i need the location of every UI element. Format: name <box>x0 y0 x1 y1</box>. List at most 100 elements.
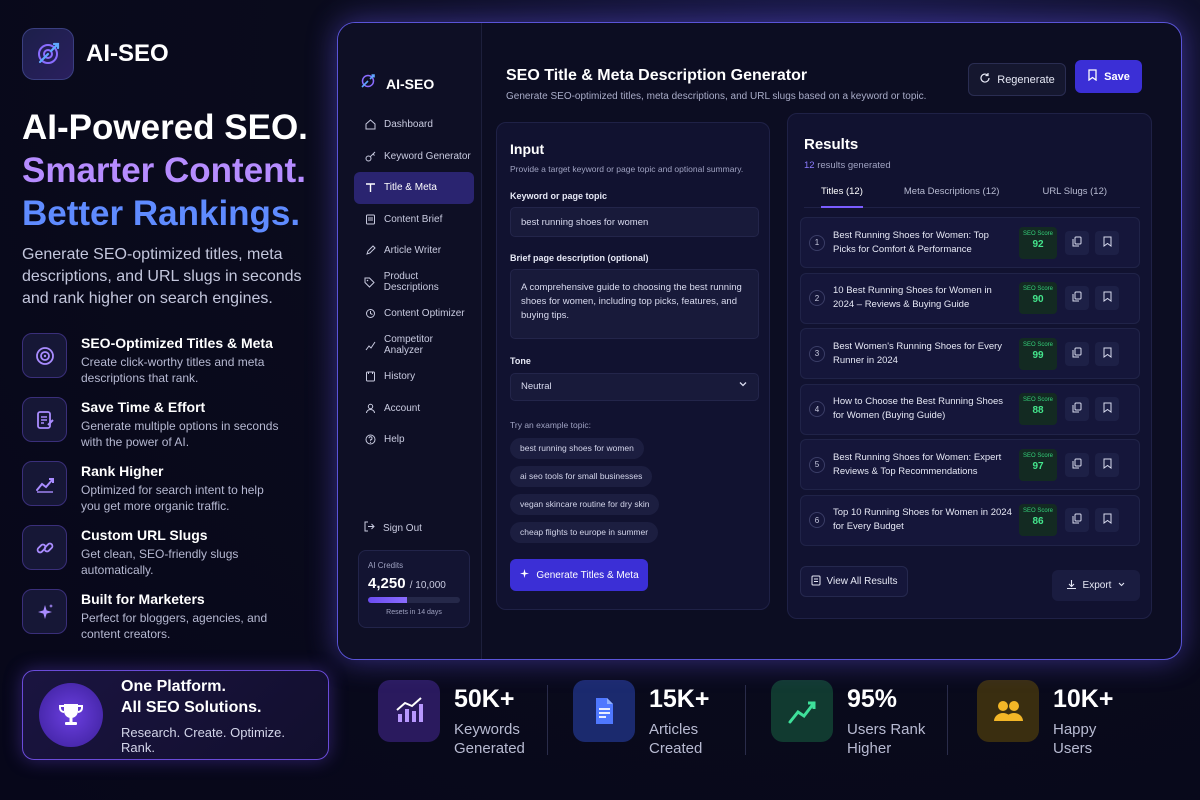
target-icon <box>22 333 67 378</box>
bookmark-icon <box>1103 345 1112 363</box>
results-tabs: Titles (12) Meta Descriptions (12) URL S… <box>804 184 1140 208</box>
sidebar-item-history[interactable]: History <box>354 361 474 393</box>
result-number: 2 <box>809 290 825 306</box>
credits-used: 4,250 <box>368 575 406 592</box>
result-row[interactable]: 3 Best Women's Running Shoes for Every R… <box>800 328 1140 379</box>
sign-out-label: Sign Out <box>383 522 422 534</box>
sidebar-item-content-brief[interactable]: Content Brief <box>354 204 474 236</box>
bookmark-button[interactable] <box>1095 341 1119 366</box>
copy-icon <box>1072 289 1082 307</box>
brand-name: AI-SEO <box>86 40 169 67</box>
example-chip[interactable]: vegan skincare routine for dry skin <box>510 494 660 515</box>
view-all-results-button[interactable]: View All Results <box>800 566 908 597</box>
bookmark-button[interactable] <box>1095 452 1119 477</box>
copy-button[interactable] <box>1065 397 1089 421</box>
sidebar-item-content-optimizer[interactable]: Content Optimizer <box>354 298 474 330</box>
example-chip[interactable]: ai seo tools for small businesses <box>510 466 653 487</box>
sidebar-item-title-meta[interactable]: Title & Meta <box>354 172 474 204</box>
brand-logo-icon <box>358 71 378 96</box>
result-title: 10 Best Running Shoes for Women in 2024 … <box>833 285 992 310</box>
copy-button[interactable] <box>1065 341 1089 366</box>
keyword-input[interactable]: best running shoes for women <box>510 207 759 237</box>
sidebar-item-article-writer[interactable]: Article Writer <box>354 235 474 267</box>
seo-score-badge: SEO Score 90 <box>1019 282 1057 314</box>
sidebar-item-keyword-generator[interactable]: Keyword Generator <box>354 141 474 173</box>
result-number: 1 <box>809 234 825 251</box>
page-title: SEO Title & Meta Description Generator <box>506 67 808 84</box>
copy-button[interactable] <box>1065 230 1089 255</box>
results-count-suffix: results generated <box>817 160 891 171</box>
bookmark-icon <box>1087 69 1098 84</box>
view-all-label: View All Results <box>826 576 898 587</box>
headline-line-3: Better Rankings. <box>22 194 301 233</box>
sidebar-item-dashboard[interactable]: Dashboard <box>354 109 474 141</box>
sparkles-icon <box>22 589 67 634</box>
bookmark-icon <box>1103 234 1112 252</box>
bookmark-button[interactable] <box>1095 508 1119 532</box>
sign-out-button[interactable]: Sign Out <box>364 521 422 535</box>
generate-button[interactable]: Generate Titles & Meta <box>510 559 648 591</box>
seo-score-label: SEO Score <box>1022 397 1053 403</box>
feature-list: SEO-Optimized Titles & Meta Create click-… <box>22 333 322 653</box>
copy-button[interactable] <box>1065 452 1089 477</box>
headline-line-2: Smarter Content. <box>22 151 306 190</box>
result-row[interactable]: 4 How to Choose the Best Running Shoes f… <box>800 383 1140 435</box>
sidebar-item-label: Content Optimizer <box>384 308 465 320</box>
feature-desc: Generate multiple options in seconds wit… <box>81 419 279 449</box>
result-row[interactable]: 6 Top 10 Running Shoes for Women in 2024… <box>800 494 1140 546</box>
platform-title-1: One Platform. <box>121 677 226 695</box>
credits-progress-fill <box>368 597 408 603</box>
input-heading: Input <box>510 141 545 157</box>
feature-item: SEO-Optimized Titles & Meta Create click-… <box>22 333 322 397</box>
platform-title-2: All SEO Solutions. <box>121 698 262 716</box>
result-title: Top 10 Running Shoes for Women in 2024 f… <box>833 507 1012 532</box>
bookmark-button[interactable] <box>1095 230 1119 255</box>
regenerate-button[interactable]: Regenerate <box>968 63 1066 96</box>
seo-score-value: 97 <box>1032 460 1044 472</box>
credits-reset: Resets in 14 days <box>386 609 442 616</box>
sidebar-item-help[interactable]: Help <box>354 424 474 456</box>
results-list: 1 Best Running Shoes for Women: Top Pick… <box>800 217 1140 550</box>
users-icon <box>977 680 1039 742</box>
result-title: Best Running Shoes for Women: Expert Rev… <box>833 451 1002 477</box>
stat-value: 95% <box>847 685 898 713</box>
tab-meta-descriptions[interactable]: Meta Descriptions (12) <box>904 184 1000 208</box>
sidebar-item-product-descriptions[interactable]: Product Descriptions <box>354 267 474 299</box>
bookmark-icon <box>1103 511 1112 529</box>
tab-url-slugs[interactable]: URL Slugs (12) <box>1042 184 1107 208</box>
key-icon <box>364 150 376 162</box>
result-row[interactable]: 2 10 Best Running Shoes for Women in 202… <box>800 272 1140 324</box>
credits-progress <box>368 597 460 603</box>
seo-score-badge: SEO Score 99 <box>1019 337 1057 370</box>
headline-line-1: AI-Powered SEO. <box>22 108 308 147</box>
export-button[interactable]: Export <box>1052 570 1140 601</box>
bookmark-button[interactable] <box>1095 397 1119 421</box>
seo-score-value: 88 <box>1032 405 1044 416</box>
description-textarea[interactable]: A comprehensive guide to choosing the be… <box>510 269 759 339</box>
result-row[interactable]: 5 Best Running Shoes for Women: Expert R… <box>800 439 1140 490</box>
regenerate-label: Regenerate <box>997 73 1055 86</box>
sidebar-item-account[interactable]: Account <box>354 393 474 425</box>
brand: AI-SEO <box>22 28 169 80</box>
result-title: How to Choose the Best Running Shoes for… <box>833 396 1004 421</box>
copy-button[interactable] <box>1065 508 1089 532</box>
save-button[interactable]: Save <box>1075 60 1142 93</box>
example-chip[interactable]: cheap flights to europe in summer <box>510 522 659 543</box>
feature-title: Rank Higher <box>81 463 164 479</box>
tone-select[interactable]: Neutral <box>510 373 759 401</box>
sidebar-item-competitor-analyzer[interactable]: Competitor Analyzer <box>354 330 474 362</box>
bookmark-button[interactable] <box>1095 286 1119 310</box>
save-label: Save <box>1104 70 1130 83</box>
trophy-icon <box>39 683 103 747</box>
seo-score-value: 90 <box>1032 294 1044 305</box>
page-subtitle: Generate SEO-optimized titles, meta desc… <box>506 91 927 102</box>
feature-title: Built for Marketers <box>81 591 205 607</box>
result-row[interactable]: 1 Best Running Shoes for Women: Top Pick… <box>800 217 1140 268</box>
copy-icon <box>1072 456 1082 474</box>
copy-button[interactable] <box>1065 286 1089 310</box>
stat-articles: 15K+ Articles Created <box>573 680 729 758</box>
sidebar-item-label: Competitor Analyzer <box>384 334 433 357</box>
example-chip[interactable]: best running shoes for women <box>510 438 644 459</box>
seo-score-badge: SEO Score 86 <box>1019 504 1057 536</box>
tab-titles[interactable]: Titles (12) <box>821 184 863 208</box>
